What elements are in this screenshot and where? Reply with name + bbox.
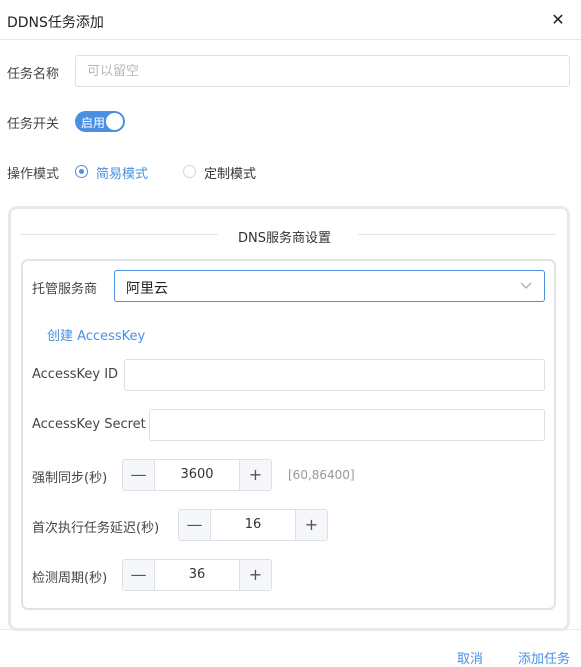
force-sync-increment-button[interactable]: + — [239, 460, 271, 490]
first-delay-decrement-button[interactable]: — — [179, 510, 211, 540]
cancel-button[interactable]: 取消 — [457, 648, 483, 667]
dialog-header: DDNS任务添加 ✕ — [0, 0, 581, 40]
provider-label: 托管服务商 — [32, 282, 98, 297]
task-name-label: 任务名称 — [7, 67, 60, 82]
force-sync-value[interactable]: 3600 — [155, 467, 239, 482]
toggle-state-text: 启用 — [81, 116, 106, 130]
radio-custom-label: 定制模式 — [204, 167, 257, 182]
close-icon[interactable]: ✕ — [549, 11, 567, 29]
section-divider-right — [358, 234, 556, 235]
first-delay-value[interactable]: 16 — [211, 517, 295, 532]
section-divider-left — [20, 234, 218, 235]
check-period-stepper: — 36 + — [122, 559, 272, 591]
radio-checked-icon — [75, 165, 88, 178]
check-period-decrement-button[interactable]: — — [123, 560, 155, 590]
chevron-down-icon — [520, 282, 532, 289]
first-delay-label: 首次执行任务延迟(秒) — [32, 521, 160, 536]
accesskey-secret-label: AccessKey Secret — [32, 417, 146, 432]
accesskey-secret-input[interactable] — [149, 409, 545, 441]
task-enable-toggle[interactable]: 启用 — [75, 111, 125, 132]
force-sync-label: 强制同步(秒) — [32, 471, 108, 486]
provider-selected-value: 阿里云 — [126, 281, 168, 297]
accesskey-id-label: AccessKey ID — [32, 367, 119, 382]
first-delay-increment-button[interactable]: + — [295, 510, 327, 540]
accesskey-id-input[interactable] — [124, 359, 545, 391]
dns-section-title: DNS服务商设置 — [238, 231, 331, 246]
check-period-value[interactable]: 36 — [155, 567, 239, 582]
footer-divider — [0, 629, 581, 630]
create-accesskey-link[interactable]: 创建 AccessKey — [47, 325, 145, 344]
radio-unchecked-icon — [183, 165, 196, 178]
add-task-button[interactable]: 添加任务 — [518, 648, 570, 667]
force-sync-decrement-button[interactable]: — — [123, 460, 155, 490]
toggle-knob — [106, 113, 123, 130]
task-name-input[interactable] — [75, 55, 570, 87]
force-sync-range-hint: [60,86400] — [288, 468, 355, 482]
check-period-increment-button[interactable]: + — [239, 560, 271, 590]
dialog-title: DDNS任务添加 — [7, 15, 104, 31]
check-period-label: 检测周期(秒) — [32, 571, 108, 586]
provider-select[interactable]: 阿里云 — [114, 270, 545, 302]
force-sync-stepper: — 3600 + — [122, 459, 272, 491]
first-delay-stepper: — 16 + — [178, 509, 328, 541]
task-switch-label: 任务开关 — [7, 117, 60, 132]
mode-label: 操作模式 — [7, 167, 60, 182]
radio-simple-label: 简易模式 — [96, 167, 149, 182]
